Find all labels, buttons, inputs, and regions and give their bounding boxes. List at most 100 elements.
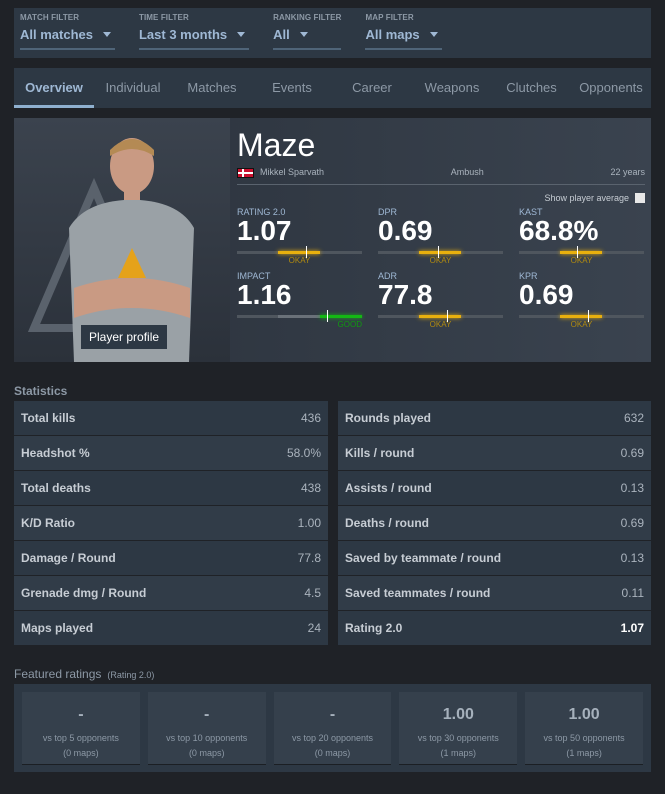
featured-rating-card[interactable]: - vs top 20 opponents (0 maps) bbox=[273, 692, 392, 764]
stat-gauge bbox=[519, 245, 644, 258]
stat-value: 1.16 bbox=[237, 278, 292, 310]
gauge-fill bbox=[419, 250, 461, 254]
filter-2: RANKING FILTER All bbox=[273, 13, 342, 58]
tab-career[interactable]: Career bbox=[332, 68, 412, 108]
gauge-marker bbox=[446, 309, 448, 322]
stat-value: 77.8 bbox=[297, 551, 321, 565]
filter-dropdown[interactable]: Last 3 months bbox=[138, 27, 250, 50]
featured-ratings-title: Featured ratings (Rating 2.0) bbox=[14, 667, 155, 681]
filter-label: TIME FILTER bbox=[138, 13, 189, 22]
show-player-average-toggle[interactable]: Show player average bbox=[237, 192, 645, 203]
filter-value: All bbox=[273, 27, 290, 42]
filter-value: All maps bbox=[365, 27, 420, 42]
stat-value: 0.13 bbox=[620, 481, 644, 495]
stat-value: 632 bbox=[623, 411, 644, 425]
filter-label: MAP FILTER bbox=[365, 13, 414, 22]
stat-value: 1.07 bbox=[237, 214, 292, 246]
stat-value: 0.69 bbox=[620, 446, 644, 460]
stat-name: Deaths / round bbox=[345, 516, 430, 530]
stat-verdict: OKAY bbox=[570, 255, 593, 265]
table-row: Headshot % 58.0% bbox=[14, 436, 328, 471]
stat-name: Rounds played bbox=[345, 411, 432, 425]
stat-gauge bbox=[237, 309, 362, 322]
table-row: Maps played 24 bbox=[14, 611, 328, 646]
stat-name: Kills / round bbox=[345, 446, 415, 460]
stat-value: 438 bbox=[300, 481, 321, 495]
featured-rating-label: vs top 50 opponents bbox=[543, 733, 625, 743]
chevron-down-icon bbox=[429, 32, 438, 37]
featured-rating-label: vs top 30 opponents bbox=[417, 733, 499, 743]
filter-3: MAP FILTER All maps bbox=[365, 13, 442, 58]
featured-rating-card[interactable]: - vs top 5 opponents (0 maps) bbox=[22, 692, 140, 764]
stat-value: 436 bbox=[300, 411, 321, 425]
stat-value: 77.8 bbox=[378, 278, 433, 310]
tab-weapons[interactable]: Weapons bbox=[412, 68, 492, 108]
filter-0: MATCH FILTER All matches bbox=[20, 13, 115, 58]
table-row: Total kills 436 bbox=[14, 401, 328, 436]
summary-stats: RATING 2.0 1.07 OKAY DPR 0.69 OKAY KAST 68.8% OK… bbox=[237, 207, 645, 329]
table-row: Assists / round 0.13 bbox=[338, 471, 651, 506]
filter-dropdown[interactable]: All bbox=[273, 27, 342, 50]
stat-name: Grenade dmg / Round bbox=[21, 586, 147, 600]
stat-value: 58.0% bbox=[286, 446, 321, 460]
featured-rating-label: vs top 5 opponents bbox=[42, 733, 119, 743]
gauge-fill bbox=[560, 250, 602, 254]
gauge-fill bbox=[319, 314, 362, 318]
featured-rating-value: 1.00 bbox=[568, 706, 600, 723]
stat-verdict: OKAY bbox=[288, 255, 311, 265]
featured-rating-maps: (0 maps) bbox=[188, 748, 225, 758]
statistics-title: Statistics bbox=[14, 384, 68, 398]
gauge-marker bbox=[587, 309, 589, 322]
tab-opponents[interactable]: Opponents bbox=[571, 68, 651, 108]
filter-value: Last 3 months bbox=[138, 27, 228, 42]
featured-rating-value: - bbox=[78, 706, 84, 723]
stat-kast: KAST 68.8% OKAY bbox=[519, 207, 645, 265]
filter-1: TIME FILTER Last 3 months bbox=[138, 13, 250, 58]
featured-rating-maps: (0 maps) bbox=[63, 748, 99, 758]
stat-rating-2-0: RATING 2.0 1.07 OKAY bbox=[237, 207, 378, 265]
tab-bar: Overview Individual Matches Events Career Wea… bbox=[14, 68, 651, 108]
table-row: Deaths / round 0.69 bbox=[338, 506, 651, 541]
gauge-fill bbox=[560, 314, 602, 318]
tab-events[interactable]: Events bbox=[252, 68, 332, 108]
player-photo: Player profile bbox=[14, 118, 230, 362]
featured-rating-value: 1.00 bbox=[442, 706, 474, 723]
featured-rating-card[interactable]: 1.00 vs top 50 opponents (1 maps) bbox=[525, 692, 643, 764]
gauge-marker bbox=[438, 245, 439, 258]
tab-overview[interactable]: Overview bbox=[14, 68, 94, 108]
featured-rating-maps: (1 maps) bbox=[566, 748, 602, 758]
gauge-fill bbox=[419, 314, 461, 318]
stat-verdict: GOOD bbox=[337, 319, 362, 329]
tab-individual[interactable]: Individual bbox=[94, 68, 172, 108]
featured-rating-value: - bbox=[329, 706, 336, 723]
gauge-range bbox=[278, 314, 320, 318]
stat-value: 0.69 bbox=[620, 516, 644, 530]
tab-clutches[interactable]: Clutches bbox=[492, 68, 571, 108]
stat-value: 0.11 bbox=[621, 586, 644, 600]
gauge-fill bbox=[278, 250, 320, 254]
filter-dropdown[interactable]: All maps bbox=[365, 27, 442, 50]
player-age: 22 years bbox=[610, 167, 645, 178]
table-row: Saved teammates / round 0.11 bbox=[338, 576, 651, 611]
show-average-checkbox[interactable] bbox=[635, 192, 645, 203]
filter-value: All matches bbox=[20, 27, 93, 42]
player-profile-panel: Player profile Maze Mikkel Sparvath Ambu… bbox=[14, 118, 651, 362]
stat-value: 24 bbox=[307, 621, 321, 635]
table-row: Saved by teammate / round 0.13 bbox=[338, 541, 651, 576]
featured-rating-card[interactable]: - vs top 10 opponents (0 maps) bbox=[147, 692, 266, 764]
stat-gauge bbox=[378, 245, 503, 258]
stat-gauge bbox=[519, 309, 644, 322]
table-row: Grenade dmg / Round 4.5 bbox=[14, 576, 328, 611]
gauge-marker bbox=[327, 309, 328, 322]
player-profile-button[interactable]: Player profile bbox=[81, 325, 168, 349]
stat-verdict: OKAY bbox=[570, 319, 593, 329]
featured-rating-label: vs top 20 opponents bbox=[291, 733, 374, 743]
featured-rating-card[interactable]: 1.00 vs top 30 opponents (1 maps) bbox=[399, 692, 518, 764]
tab-matches[interactable]: Matches bbox=[172, 68, 252, 108]
gauge-marker bbox=[305, 245, 307, 258]
player-team[interactable]: Ambush bbox=[451, 167, 484, 177]
stat-name: K/D Ratio bbox=[21, 516, 75, 530]
stat-name: Maps played bbox=[21, 621, 94, 635]
table-row: Total deaths 438 bbox=[14, 471, 328, 506]
filter-dropdown[interactable]: All matches bbox=[20, 27, 115, 50]
